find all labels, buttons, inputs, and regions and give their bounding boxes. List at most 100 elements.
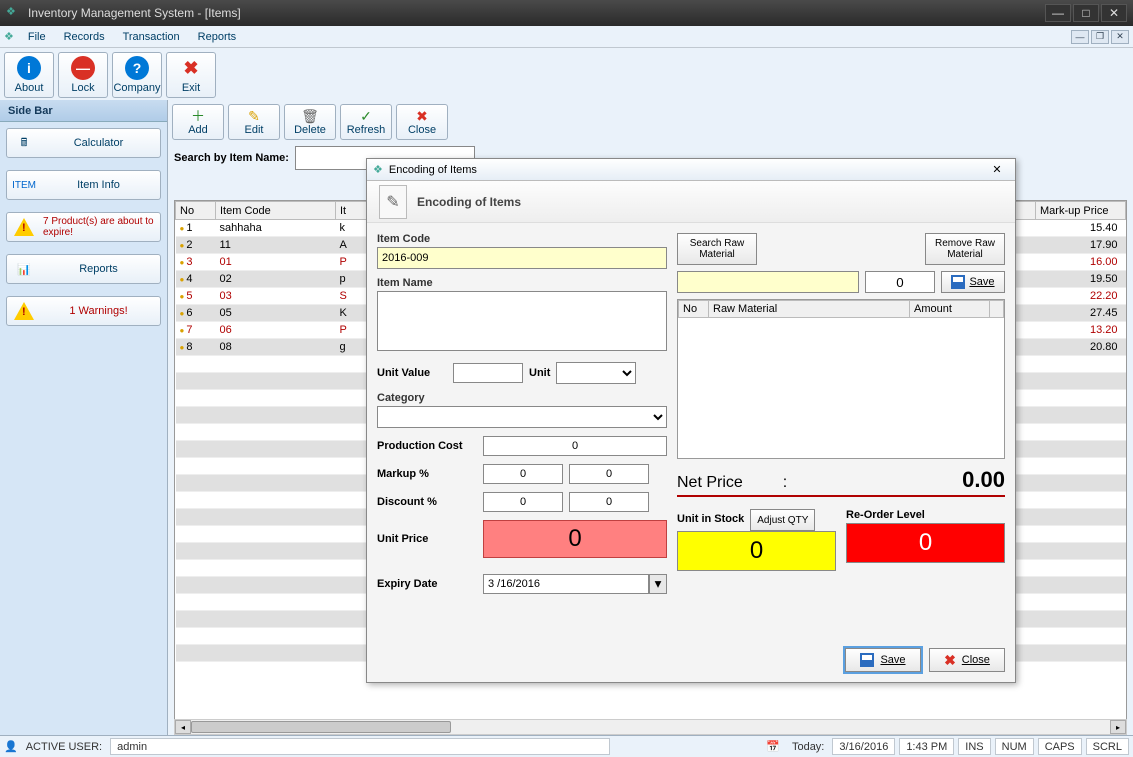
- discount-input-1[interactable]: [483, 492, 563, 512]
- expiry-date-input[interactable]: [483, 574, 649, 594]
- about-label: About: [15, 82, 44, 94]
- minimize-button[interactable]: —: [1045, 4, 1071, 22]
- mdi-restore-button[interactable]: ❐: [1091, 30, 1109, 44]
- production-cost-input[interactable]: [483, 436, 667, 456]
- item-code-input[interactable]: [377, 247, 667, 269]
- items-toolbar: ＋Add ✎Edit 🗑Delete ✓Refresh ✖Close: [172, 104, 1129, 140]
- menu-file[interactable]: File: [20, 28, 54, 46]
- refresh-icon: ✓: [360, 108, 372, 124]
- active-user-label: ACTIVE USER:: [22, 741, 106, 753]
- category-label: Category: [377, 392, 667, 404]
- ins-indicator: INS: [958, 738, 990, 755]
- sidebar: Side Bar 🖩 Calculator ITEM Item Info 7 P…: [0, 100, 168, 735]
- raw-material-name-input[interactable]: [677, 271, 859, 293]
- window-title: Inventory Management System - [Items]: [28, 6, 1045, 20]
- save-icon: [951, 275, 965, 289]
- dialog-close-button-footer[interactable]: ✖ Close: [929, 648, 1005, 672]
- sidebar-header: Side Bar: [8, 105, 53, 117]
- sidebar-expire-warning[interactable]: 7 Product(s) are about to expire!: [6, 212, 161, 242]
- exit-icon: ✖: [179, 56, 203, 80]
- warning-icon: [13, 300, 35, 322]
- unit-price-label: Unit Price: [377, 533, 477, 545]
- mdi-close-button[interactable]: ✕: [1111, 30, 1129, 44]
- sidebar-item-info-label: Item Info: [43, 179, 154, 191]
- exit-button[interactable]: ✖ Exit: [166, 52, 216, 98]
- reorder-label: Re-Order Level: [846, 509, 1005, 521]
- search-label: Search by Item Name:: [174, 152, 289, 164]
- scroll-right-button[interactable]: ▸: [1110, 720, 1126, 734]
- unit-in-stock-label: Unit in Stock: [677, 513, 744, 525]
- lock-icon: —: [71, 56, 95, 80]
- menu-reports[interactable]: Reports: [190, 28, 245, 46]
- raw-materials-table[interactable]: No Raw Material Amount: [677, 299, 1005, 459]
- raw-col-amount[interactable]: Amount: [910, 301, 990, 318]
- sidebar-warnings-label: 1 Warnings!: [43, 305, 154, 317]
- scroll-left-button[interactable]: ◂: [175, 720, 191, 734]
- sidebar-reports-label: Reports: [43, 263, 154, 275]
- sidebar-calculator-label: Calculator: [43, 137, 154, 149]
- close-button[interactable]: ✕: [1101, 4, 1127, 22]
- adjust-qty-button[interactable]: Adjust QTY: [750, 509, 815, 531]
- today-label: Today:: [788, 741, 828, 753]
- net-price-label: Net Price: [677, 474, 743, 492]
- dialog-save-button[interactable]: Save: [845, 648, 921, 672]
- sidebar-reports[interactable]: 📊 Reports: [6, 254, 161, 284]
- item-name-label: Item Name: [377, 277, 667, 289]
- col-markup[interactable]: Mark-up Price: [1036, 202, 1126, 220]
- category-select[interactable]: [377, 406, 667, 428]
- unit-label: Unit: [529, 367, 550, 379]
- raw-material-amount-input[interactable]: [865, 271, 935, 293]
- dialog-banner: ✎ Encoding of Items: [367, 181, 1015, 223]
- markup-label: Markup %: [377, 468, 477, 480]
- company-button[interactable]: ? Company: [112, 52, 162, 98]
- scrl-indicator: SCRL: [1086, 738, 1129, 755]
- search-raw-button[interactable]: Search Raw Material: [677, 233, 757, 265]
- horizontal-scrollbar[interactable]: ◂ ▸: [174, 719, 1127, 735]
- unit-price-display: 0: [483, 520, 667, 558]
- scroll-thumb[interactable]: [191, 721, 451, 733]
- dialog-titlebar[interactable]: ❖ Encoding of Items ✕: [367, 159, 1015, 181]
- dialog-close-button[interactable]: ✕: [985, 162, 1009, 178]
- item-name-input[interactable]: [377, 291, 667, 351]
- raw-save-button[interactable]: Save: [941, 271, 1005, 293]
- close-items-button[interactable]: ✖Close: [396, 104, 448, 140]
- active-user-value: admin: [110, 738, 610, 755]
- sidebar-expire-label: 7 Product(s) are about to expire!: [43, 216, 154, 238]
- save-icon: [860, 653, 874, 667]
- maximize-button[interactable]: □: [1073, 4, 1099, 22]
- expiry-dropdown-button[interactable]: ▾: [649, 574, 667, 594]
- dialog-title: Encoding of Items: [389, 164, 985, 176]
- unit-select[interactable]: [556, 362, 636, 384]
- col-no[interactable]: No: [176, 202, 216, 220]
- sidebar-item-info[interactable]: ITEM Item Info: [6, 170, 161, 200]
- app-icon: ❖: [6, 5, 22, 21]
- items-icon: ITEM: [13, 174, 35, 196]
- app-menu-icon: ❖: [4, 30, 14, 43]
- unit-in-stock-display: 0: [677, 531, 836, 571]
- main-toolbar: i About — Lock ? Company ✖ Exit: [0, 48, 1133, 103]
- lock-button[interactable]: — Lock: [58, 52, 108, 98]
- unit-value-input[interactable]: [453, 363, 523, 383]
- menubar: ❖ File Records Transaction Reports — ❐ ✕: [0, 26, 1133, 48]
- dialog-banner-title: Encoding of Items: [417, 195, 521, 209]
- close-icon: ✖: [416, 108, 428, 124]
- markup-input-2[interactable]: [569, 464, 649, 484]
- reorder-display: 0: [846, 523, 1005, 563]
- reports-icon: 📊: [13, 258, 35, 280]
- refresh-button[interactable]: ✓Refresh: [340, 104, 392, 140]
- menu-transaction[interactable]: Transaction: [115, 28, 188, 46]
- add-button[interactable]: ＋Add: [172, 104, 224, 140]
- remove-raw-button[interactable]: Remove Raw Material: [925, 233, 1005, 265]
- raw-col-material[interactable]: Raw Material: [709, 301, 910, 318]
- col-item-code[interactable]: Item Code: [216, 202, 336, 220]
- discount-input-2[interactable]: [569, 492, 649, 512]
- menu-records[interactable]: Records: [56, 28, 113, 46]
- sidebar-warnings[interactable]: 1 Warnings!: [6, 296, 161, 326]
- markup-input-1[interactable]: [483, 464, 563, 484]
- mdi-minimize-button[interactable]: —: [1071, 30, 1089, 44]
- about-button[interactable]: i About: [4, 52, 54, 98]
- delete-button[interactable]: 🗑Delete: [284, 104, 336, 140]
- raw-col-no[interactable]: No: [679, 301, 709, 318]
- sidebar-calculator[interactable]: 🖩 Calculator: [6, 128, 161, 158]
- edit-button[interactable]: ✎Edit: [228, 104, 280, 140]
